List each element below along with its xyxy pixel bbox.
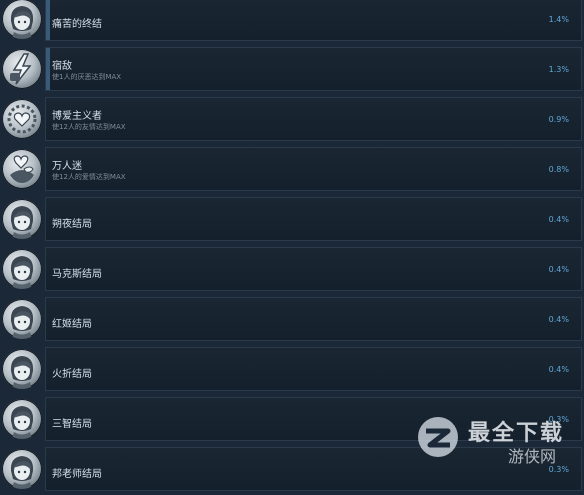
unlock-percentage: 0.4% [548,365,569,374]
achievement-panel: 宿敌 使1人的厌恶达到MAX 1.3% [45,47,582,91]
achievement-row[interactable]: 痛苦的终结 1.4% [0,0,584,45]
achievement-panel: 痛苦的终结 1.4% [45,0,582,41]
achievement-panel: 火折结局 0.4% [45,347,582,391]
anime-character-icon [2,399,42,439]
achievement-row[interactable]: 万人迷 使12人的爱情达到MAX 0.8% [0,145,584,195]
progress-bar [46,48,50,90]
progress-bar [46,0,50,40]
anime-character-icon [2,349,42,389]
heart-bouquet-icon [2,149,42,189]
achievement-title: 万人迷 [52,161,82,172]
anime-character-icon [2,299,42,339]
unlock-percentage: 0.4% [548,215,569,224]
achievement-panel: 朔夜结局 0.4% [45,197,582,241]
unlock-percentage: 1.3% [548,65,569,74]
achievement-panel: 博爱主义者 使12人的友情达到MAX 0.9% [45,97,582,141]
site-watermark: 最全下载 游侠网 [412,409,584,479]
achievement-title: 红姬结局 [52,319,92,330]
anime-character-icon [2,449,42,489]
download-logo-icon [418,417,458,457]
unlock-percentage: 1.4% [548,15,569,24]
unlock-percentage: 0.4% [548,315,569,324]
watermark-sub-text: 游侠网 [508,447,557,466]
unlock-percentage: 0.9% [548,115,569,124]
unlock-percentage: 0.8% [548,165,569,174]
lightning-fist-icon [2,49,42,89]
achievement-description: 使1人的厌恶达到MAX [52,73,122,81]
achievement-row[interactable]: 博爱主义者 使12人的友情达到MAX 0.9% [0,95,584,145]
achievement-row[interactable]: 马克斯结局 0.4% [0,245,584,295]
achievement-row[interactable]: 宿敌 使1人的厌恶达到MAX 1.3% [0,45,584,95]
achievement-panel: 马克斯结局 0.4% [45,247,582,291]
achievement-title: 博爱主义者 [52,111,102,122]
achievement-panel: 万人迷 使12人的爱情达到MAX 0.8% [45,147,582,191]
achievement-title: 宿敌 [52,61,72,72]
unlock-percentage: 0.4% [548,265,569,274]
achievement-description: 使12人的友情达到MAX [52,123,126,131]
achievement-title: 朔夜结局 [52,219,92,230]
anime-character-icon [2,199,42,239]
heart-ring-icon [2,99,42,139]
achievement-row[interactable]: 朔夜结局 0.4% [0,195,584,245]
achievement-title: 火折结局 [52,369,92,380]
achievement-row[interactable]: 火折结局 0.4% [0,345,584,395]
achievement-title: 邦老师结局 [52,469,102,480]
achievement-row[interactable]: 红姬结局 0.4% [0,295,584,345]
achievement-description: 使12人的爱情达到MAX [52,173,126,181]
achievement-title: 痛苦的终结 [52,19,102,30]
achievement-title: 三智结局 [52,419,92,430]
achievement-title: 马克斯结局 [52,269,102,280]
anime-character-icon [2,249,42,289]
anime-character-icon [2,0,42,39]
achievement-panel: 红姬结局 0.4% [45,297,582,341]
